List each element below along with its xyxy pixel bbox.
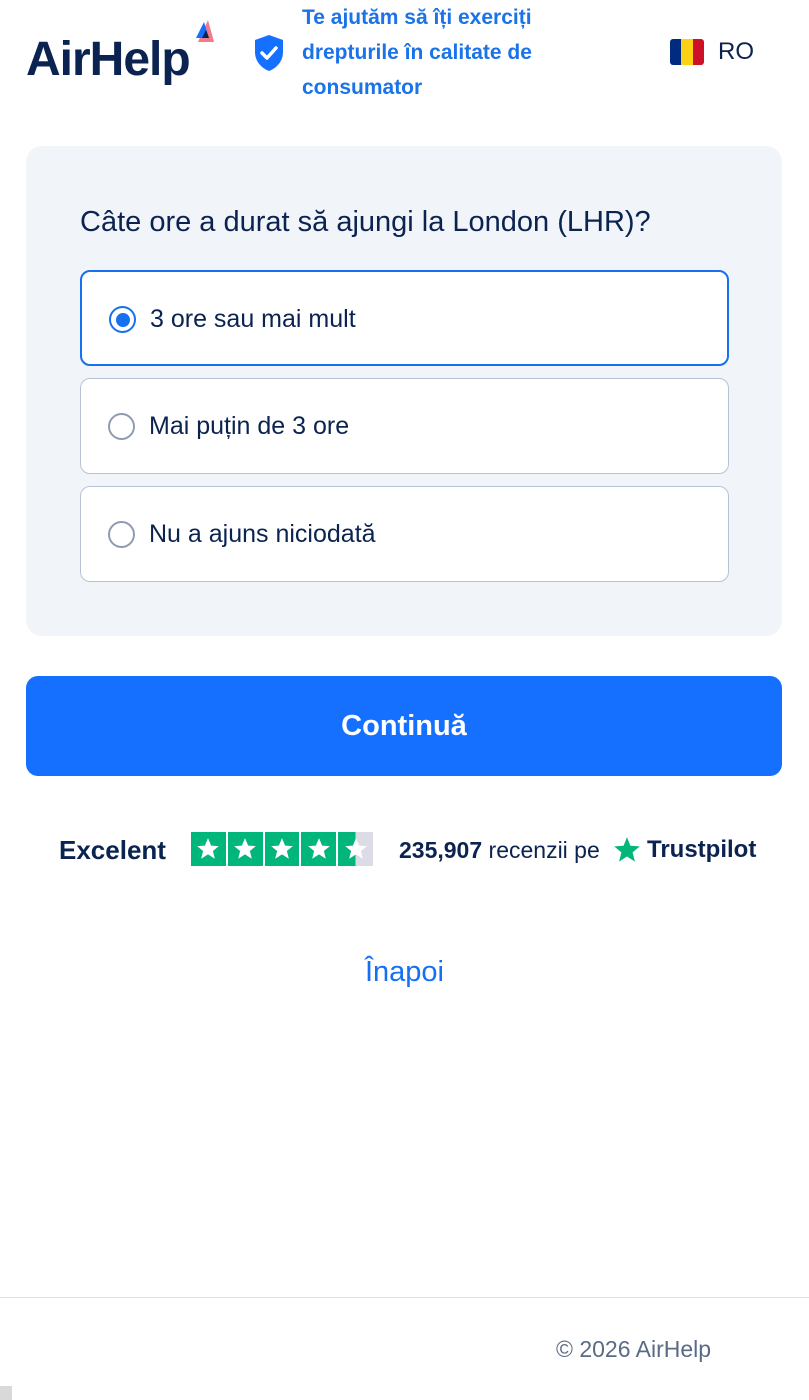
- question-card: Câte ore a durat să ajungi la London (LH…: [26, 146, 782, 636]
- trustpilot-brand: Trustpilot: [647, 836, 757, 863]
- footer-divider: [0, 1297, 809, 1298]
- tagline-line: Te ajutăm să îți exerciți: [302, 6, 532, 29]
- trustpilot-logo[interactable]: Trustpilot: [613, 832, 756, 868]
- continue-button[interactable]: Continuă: [26, 676, 782, 776]
- rating-word: Excelent: [59, 835, 166, 865]
- header: AirHelp Te ajutăm să îți exerciți dreptu…: [0, 0, 809, 110]
- trustpilot-star-icon: [614, 837, 640, 862]
- option-label: Mai puțin de 3 ore: [149, 412, 350, 440]
- star-icon: [191, 832, 226, 866]
- option-label: Nu a ajuns niciodată: [149, 520, 376, 548]
- corner-artifact: [0, 1386, 12, 1400]
- tagline: Te ajutăm să îți exerciți drepturile în …: [302, 0, 572, 105]
- language-code: RO: [718, 38, 754, 65]
- trustpilot-widget[interactable]: Excelent 235,907 recenzii pe Trustpilot: [0, 830, 809, 870]
- star-icon: [227, 832, 263, 866]
- review-count-number: 235,907: [399, 837, 483, 863]
- shield-check-icon: [255, 35, 283, 71]
- tagline-line: consumator: [302, 76, 423, 99]
- half-star-icon: [338, 832, 373, 866]
- logo-mark-icon: [196, 20, 214, 42]
- romania-flag-icon: [670, 39, 704, 65]
- logo-text: AirHelp: [26, 33, 191, 86]
- reviews-text: recenzii pe: [488, 837, 600, 863]
- star-icon: [301, 832, 337, 866]
- airhelp-logo[interactable]: AirHelp: [26, 18, 226, 88]
- radio-button[interactable]: [108, 413, 135, 440]
- language-selector[interactable]: RO: [670, 38, 754, 66]
- radio-button[interactable]: [108, 521, 135, 548]
- star-icon: [264, 832, 300, 866]
- back-link[interactable]: Înapoi: [365, 956, 444, 988]
- review-count: 235,907 recenzii pe: [399, 832, 600, 868]
- rating-stars: [191, 832, 373, 866]
- option-less-than-3-hours[interactable]: Mai puțin de 3 ore: [80, 378, 729, 474]
- tagline-line: drepturile în calitate de: [302, 41, 532, 64]
- question-title: Câte ore a durat să ajungi la London (LH…: [80, 206, 651, 238]
- option-3-hours-or-more[interactable]: 3 ore sau mai mult: [80, 270, 729, 366]
- back-link-container: Înapoi: [0, 952, 809, 992]
- option-never-arrived[interactable]: Nu a ajuns niciodată: [80, 486, 729, 582]
- option-label: 3 ore sau mai mult: [150, 305, 356, 333]
- copyright: © 2026 AirHelp: [556, 1336, 712, 1362]
- radio-button[interactable]: [109, 306, 136, 333]
